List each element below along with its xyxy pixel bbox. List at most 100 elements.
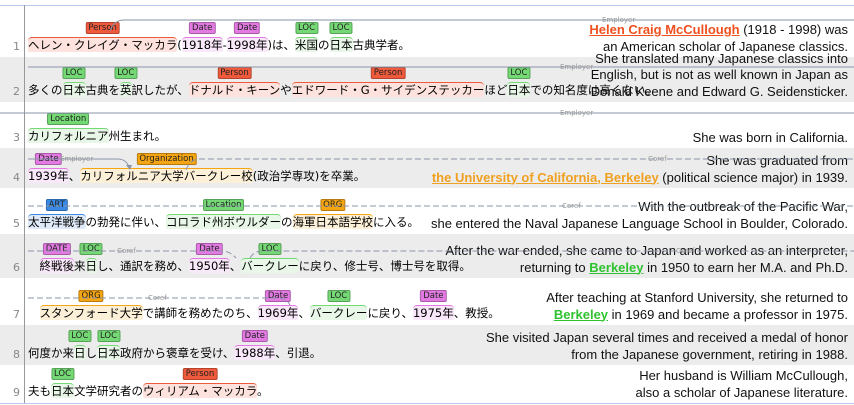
entity-label[interactable]: ART — [45, 199, 68, 211]
entity-label[interactable]: Person — [182, 368, 218, 380]
entity-label[interactable]: Person — [85, 22, 120, 34]
entity-span[interactable]: Date 1950年 — [189, 243, 230, 273]
entity-span[interactable]: LOC バークレー — [309, 290, 368, 320]
entity-text[interactable]: バークレー — [241, 259, 299, 273]
entity-text[interactable]: 日 — [74, 346, 86, 360]
entity-text[interactable]: ウィリアム・マッカラ — [143, 384, 257, 398]
entity-label[interactable]: Date — [196, 243, 223, 255]
entity-label[interactable]: Date — [264, 290, 292, 302]
entity-text[interactable]: 太平洋戦争 — [28, 215, 86, 229]
entity-label[interactable]: DATE — [42, 243, 71, 255]
entity-link[interactable]: the University of California, Berkeley — [432, 170, 659, 185]
sentence-row: 3 Location カリフォルニア州生まれ。 She was born in Cal… — [0, 102, 854, 148]
entity-span[interactable]: Date 1969年 — [257, 290, 299, 320]
entity-label[interactable]: LOC — [62, 67, 86, 79]
entity-span[interactable]: Date 1918年 — [181, 22, 223, 52]
entity-label[interactable]: LOC — [68, 330, 92, 342]
entity-text[interactable]: 1918年 — [182, 38, 223, 52]
entity-text[interactable]: 米国 — [295, 38, 318, 52]
text-segment: (政治学専攻)を卒業。 — [253, 169, 365, 183]
entity-span[interactable]: LOC 日本 — [329, 22, 353, 52]
sentence-row: 8 何度か来 LOC 日し LOC 日本政府から褒章を受け、 Date 1988年、引退。 Sh… — [0, 325, 854, 365]
text: 、引退。 — [275, 346, 322, 360]
entity-link[interactable]: Berkeley — [589, 260, 643, 275]
entity-text[interactable]: 海軍日本語学校 — [293, 215, 374, 229]
entity-label[interactable]: Date — [241, 330, 268, 342]
entity-label[interactable]: LOC — [96, 330, 121, 342]
entity-text[interactable]: 終戦後 — [40, 259, 75, 273]
entity-span[interactable]: Date 1939年 — [28, 153, 69, 183]
entity-label[interactable]: Date — [189, 22, 216, 34]
entity-text[interactable]: バークレー — [310, 306, 368, 320]
entity-link[interactable]: Berkeley — [554, 307, 608, 322]
entity-label[interactable]: LOC — [507, 67, 531, 79]
entity-span[interactable]: ART 太平洋戦争 — [28, 199, 86, 229]
entity-span[interactable]: Organization カリフォルニア大学バークレー校 — [80, 153, 253, 183]
entity-span[interactable]: LOC 日本 — [507, 67, 531, 97]
entity-label[interactable]: LOC — [50, 368, 75, 380]
entity-label[interactable]: LOC — [258, 243, 282, 255]
entity-label[interactable]: Date — [35, 153, 62, 165]
entity-text[interactable]: 日本 — [63, 83, 86, 97]
entity-span[interactable]: Date 1975年 — [412, 290, 454, 320]
entity-label[interactable]: Organization — [136, 153, 197, 165]
entity-span[interactable]: LOC 日本 — [96, 330, 121, 360]
entity-span[interactable]: Person ドナルド・キーン — [188, 67, 281, 97]
entity-text[interactable]: カリフォルニア大学バークレー校 — [80, 169, 253, 183]
entity-label[interactable]: Person — [217, 67, 252, 79]
entity-text[interactable]: エドワード・G・サイデンステッカー — [292, 83, 485, 97]
entity-text[interactable]: コロラド州ボウルダー — [166, 215, 281, 229]
entity-text[interactable]: 1950年 — [189, 259, 230, 273]
entity-label[interactable]: LOC — [79, 243, 103, 255]
entity-label[interactable]: ORG — [320, 199, 346, 211]
entity-text[interactable]: カリフォルニア — [28, 129, 109, 143]
entity-label[interactable]: LOC — [327, 290, 351, 302]
entity-span[interactable]: LOC 英 — [114, 67, 138, 97]
entity-span[interactable]: LOC バークレー — [241, 243, 299, 273]
entity-text[interactable]: 日本 — [330, 38, 353, 52]
entity-label[interactable]: Person — [370, 67, 406, 79]
entity-label[interactable]: Location — [47, 113, 90, 125]
entity-span[interactable]: LOC 日 — [68, 330, 92, 360]
entity-label[interactable]: Date — [233, 22, 261, 34]
line-number-divider — [24, 5, 25, 403]
entity-link[interactable]: Helen Craig McCullough — [589, 22, 739, 37]
japanese-sentence: Person ヘレン・クレイグ・マッカラ(Date 1918年- Date 1998年)… — [28, 22, 410, 53]
entity-span[interactable]: Date 1988年 — [234, 330, 276, 360]
entity-text[interactable]: 英 — [120, 83, 132, 97]
entity-text[interactable]: 日 — [86, 259, 98, 273]
entity-span[interactable]: LOC 日本 — [62, 67, 86, 97]
entity-text[interactable]: ヘレン・クレイグ・マッカラ — [28, 38, 177, 52]
entity-span[interactable]: Location コロラド州ボウルダー — [166, 199, 281, 229]
entity-label[interactable]: Date — [420, 290, 447, 302]
entity-label[interactable]: LOC — [114, 67, 138, 79]
entity-text[interactable]: 1998年 — [227, 38, 268, 52]
entity-label[interactable]: Location — [202, 199, 245, 211]
entity-span[interactable]: Person エドワード・G・サイデンステッカー — [291, 67, 485, 97]
entity-label[interactable]: ORG — [78, 290, 104, 302]
entity-text[interactable]: 日本 — [97, 346, 120, 360]
entity-label[interactable]: LOC — [329, 22, 353, 34]
entity-text[interactable]: 日本 — [51, 384, 74, 398]
entity-span[interactable]: Person ヘレン・クレイグ・マッカラ — [28, 22, 178, 52]
entity-text[interactable]: 1988年 — [234, 346, 275, 360]
line-number: 2 — [13, 85, 20, 98]
entity-span[interactable]: LOC 日本 — [50, 368, 75, 398]
entity-span[interactable]: Person ウィリアム・マッカラ — [143, 368, 257, 398]
text-segment: 何度か来 — [28, 346, 74, 360]
entity-text[interactable]: 日本 — [507, 83, 530, 97]
entity-span[interactable]: LOC 日 — [79, 243, 103, 273]
entity-span[interactable]: ORG 海軍日本語学校 — [292, 199, 374, 229]
entity-span[interactable]: Location カリフォルニア — [28, 113, 109, 143]
text: )は、 — [267, 38, 296, 52]
entity-text[interactable]: 1975年 — [413, 306, 454, 320]
entity-text[interactable]: 1939年 — [28, 169, 69, 183]
entity-label[interactable]: LOC — [294, 22, 319, 34]
entity-span[interactable]: ORG スタンフォード大学 — [39, 290, 143, 320]
entity-span[interactable]: Date 1998年 — [226, 22, 268, 52]
entity-text[interactable]: スタンフォード大学 — [40, 306, 143, 320]
entity-span[interactable]: DATE 終戦後 — [39, 243, 75, 273]
entity-span[interactable]: LOC 米国 — [294, 22, 319, 52]
entity-text[interactable]: 1969年 — [258, 306, 299, 320]
entity-text[interactable]: ドナルド・キーン — [189, 83, 280, 97]
